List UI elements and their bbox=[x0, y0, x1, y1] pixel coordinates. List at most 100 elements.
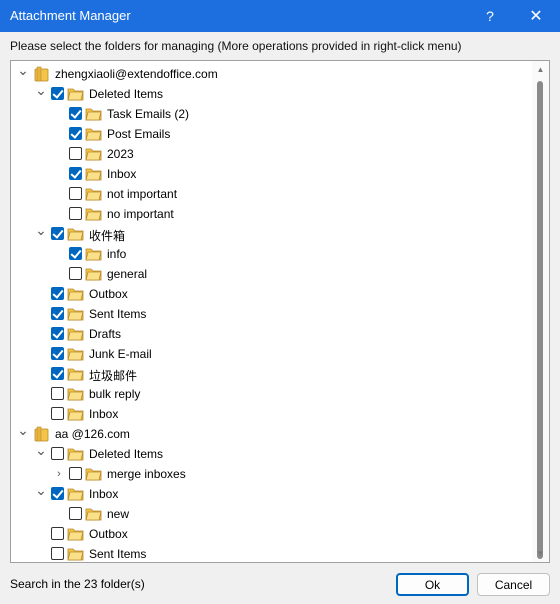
help-button[interactable]: ? bbox=[470, 0, 510, 32]
folder-checkbox[interactable] bbox=[69, 207, 82, 220]
tree-item-label: Junk E-mail bbox=[89, 347, 152, 361]
tree-item-label: Deleted Items bbox=[89, 87, 164, 101]
folder-icon bbox=[67, 406, 85, 422]
tree-item-label: Inbox bbox=[107, 167, 137, 181]
folder-checkbox[interactable] bbox=[51, 487, 64, 500]
tree-item-label: no important bbox=[107, 207, 174, 221]
folder-checkbox[interactable] bbox=[51, 367, 64, 380]
chevron-down-icon[interactable]: ⌄ bbox=[35, 482, 47, 498]
folder-checkbox[interactable] bbox=[51, 407, 64, 420]
tree-item-label: Sent Items bbox=[89, 307, 147, 321]
folder-icon bbox=[85, 506, 103, 522]
vertical-scrollbar[interactable]: ▲ ▼ bbox=[532, 61, 549, 562]
tree-folder-row[interactable]: bulk reply bbox=[11, 384, 531, 404]
tree-folder-row[interactable]: not important bbox=[11, 184, 531, 204]
tree-item-label: Drafts bbox=[89, 327, 122, 341]
folder-checkbox[interactable] bbox=[51, 87, 64, 100]
folder-checkbox[interactable] bbox=[69, 467, 82, 480]
tree-folder-row[interactable]: ⌄ Deleted Items bbox=[11, 82, 531, 104]
tree-folder-row[interactable]: new bbox=[11, 504, 531, 524]
folder-checkbox[interactable] bbox=[51, 227, 64, 240]
folder-icon bbox=[85, 186, 103, 202]
tree-folder-row[interactable]: 2023 bbox=[11, 144, 531, 164]
tree-folder-row[interactable]: ⌄ Inbox bbox=[11, 482, 531, 504]
folder-icon bbox=[67, 326, 85, 342]
folder-checkbox[interactable] bbox=[51, 447, 64, 460]
tree-item-label: 2023 bbox=[107, 147, 134, 161]
tree-folder-row[interactable]: Drafts bbox=[11, 324, 531, 344]
scrollbar-thumb[interactable] bbox=[537, 81, 543, 559]
tree-item-label: Deleted Items bbox=[89, 447, 164, 461]
folder-checkbox[interactable] bbox=[69, 127, 82, 140]
folder-checkbox[interactable] bbox=[51, 527, 64, 540]
folder-checkbox[interactable] bbox=[69, 507, 82, 520]
tree-folder-row[interactable]: general bbox=[11, 264, 531, 284]
folder-icon bbox=[85, 206, 103, 222]
tree-folder-row[interactable]: Inbox bbox=[11, 164, 531, 184]
title-bar: Attachment Manager ? ✕ bbox=[0, 0, 560, 32]
folder-icon bbox=[67, 526, 85, 542]
chevron-down-icon[interactable]: ⌄ bbox=[35, 442, 47, 458]
folder-checkbox[interactable] bbox=[69, 167, 82, 180]
tree-folder-row[interactable]: no important bbox=[11, 204, 531, 224]
folder-checkbox[interactable] bbox=[69, 187, 82, 200]
tree-item-label: new bbox=[107, 507, 130, 521]
account-icon bbox=[33, 426, 51, 442]
tree-item-label: Inbox bbox=[89, 487, 119, 501]
folder-icon bbox=[67, 446, 85, 462]
scroll-down-icon[interactable]: ▼ bbox=[532, 545, 549, 562]
folder-checkbox[interactable] bbox=[51, 347, 64, 360]
tree-item-label: 垃圾邮件 bbox=[89, 369, 138, 383]
close-button[interactable]: ✕ bbox=[516, 0, 556, 32]
folder-checkbox[interactable] bbox=[51, 387, 64, 400]
tree-account-row[interactable]: ⌄ aa @126.com bbox=[11, 422, 531, 444]
folder-icon bbox=[67, 346, 85, 362]
tree-folder-row[interactable]: 垃圾邮件 bbox=[11, 364, 531, 384]
tree-item-label: Sent Items bbox=[89, 547, 147, 561]
ok-button[interactable]: Ok bbox=[396, 573, 469, 596]
folder-icon bbox=[85, 466, 103, 482]
cancel-button[interactable]: Cancel bbox=[477, 573, 550, 596]
tree-folder-row[interactable]: › merge inboxes bbox=[11, 464, 531, 484]
status-text: Search in the 23 folder(s) bbox=[10, 577, 145, 591]
chevron-right-icon[interactable]: › bbox=[53, 466, 65, 482]
folder-icon bbox=[67, 386, 85, 402]
chevron-down-icon[interactable]: ⌄ bbox=[17, 422, 29, 438]
chevron-down-icon[interactable]: ⌄ bbox=[35, 82, 47, 98]
instruction-text: Please select the folders for managing (… bbox=[10, 39, 462, 53]
folder-checkbox[interactable] bbox=[51, 307, 64, 320]
tree-item-label: merge inboxes bbox=[107, 467, 186, 481]
tree-folder-row[interactable]: ⌄ Deleted Items bbox=[11, 442, 531, 464]
folder-checkbox[interactable] bbox=[51, 327, 64, 340]
folder-checkbox[interactable] bbox=[69, 247, 82, 260]
chevron-down-icon[interactable]: ⌄ bbox=[17, 62, 29, 78]
tree-folder-row[interactable]: Post Emails bbox=[11, 124, 531, 144]
tree-item-label: Post Emails bbox=[107, 127, 171, 141]
tree-item-label: Inbox bbox=[89, 407, 119, 421]
folder-tree[interactable]: ⌄ zhengxiaoli@extendoffice.com ⌄ Deleted It… bbox=[10, 60, 550, 563]
tree-folder-row[interactable]: info bbox=[11, 244, 531, 264]
folder-icon bbox=[67, 486, 85, 502]
tree-folder-row[interactable]: Outbox bbox=[11, 284, 531, 304]
folder-icon bbox=[85, 166, 103, 182]
tree-folder-row[interactable]: Junk E-mail bbox=[11, 344, 531, 364]
folder-checkbox[interactable] bbox=[51, 287, 64, 300]
chevron-down-icon[interactable]: ⌄ bbox=[35, 222, 47, 238]
tree-folder-row[interactable]: Outbox bbox=[11, 524, 531, 544]
tree-item-label: Outbox bbox=[89, 527, 128, 541]
tree-folder-row[interactable]: Inbox bbox=[11, 404, 531, 424]
folder-checkbox[interactable] bbox=[51, 547, 64, 560]
folder-checkbox[interactable] bbox=[69, 147, 82, 160]
tree-folder-row[interactable]: Sent Items bbox=[11, 544, 531, 562]
tree-folder-row[interactable]: ⌄ 收件箱 bbox=[11, 222, 531, 244]
folder-checkbox[interactable] bbox=[69, 267, 82, 280]
scroll-up-icon[interactable]: ▲ bbox=[532, 61, 549, 78]
tree-item-label: bulk reply bbox=[89, 387, 141, 401]
folder-icon bbox=[85, 266, 103, 282]
tree-folder-row[interactable]: Task Emails (2) bbox=[11, 104, 531, 124]
tree-account-row[interactable]: ⌄ zhengxiaoli@extendoffice.com bbox=[11, 62, 531, 84]
window-title: Attachment Manager bbox=[10, 8, 131, 23]
tree-folder-row[interactable]: Sent Items bbox=[11, 304, 531, 324]
folder-checkbox[interactable] bbox=[69, 107, 82, 120]
folder-icon bbox=[85, 126, 103, 142]
